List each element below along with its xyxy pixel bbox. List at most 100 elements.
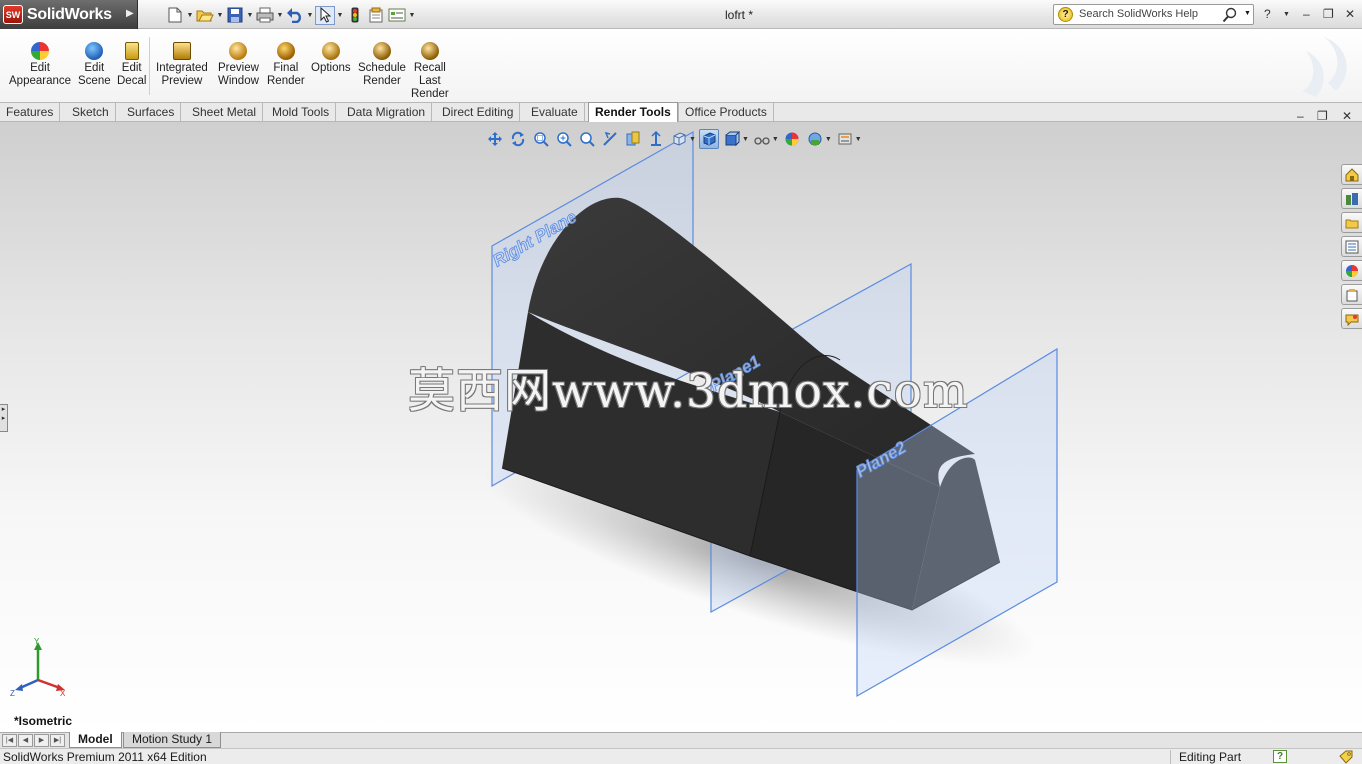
edit-appearance-button[interactable]: Edit Appearance (9, 42, 71, 88)
minimize-icon[interactable]: – (1303, 7, 1310, 21)
previous-view-icon[interactable] (600, 129, 620, 149)
select-dropdown-icon[interactable]: ▼ (336, 12, 344, 19)
button-label: Window (218, 75, 259, 87)
help-search-box[interactable]: ? Search SolidWorks Help ▼ (1053, 4, 1254, 25)
document-title: lofrt * (725, 8, 754, 22)
render-options-button[interactable]: Options (311, 42, 351, 75)
scene-globe-icon (85, 42, 104, 60)
file-properties-icon[interactable] (366, 6, 386, 25)
shaded-display-icon[interactable] (698, 129, 719, 149)
design-library-icon[interactable] (1341, 188, 1362, 209)
status-bar: SolidWorks Premium 2011 x64 Edition Edit… (0, 748, 1362, 764)
tab-sketch[interactable]: Sketch (66, 103, 116, 122)
preview-window-button[interactable]: Preview Window (218, 42, 259, 88)
print-dropdown-icon[interactable]: ▼ (276, 12, 284, 19)
doc-close-icon[interactable]: ✕ (1342, 109, 1352, 123)
print-icon[interactable] (255, 6, 275, 25)
edit-scene-button[interactable]: Edit Scene (78, 42, 111, 88)
tab-office-products[interactable]: Office Products (678, 103, 774, 122)
zoom-to-fit-icon[interactable] (577, 129, 597, 149)
dynamic-annotation-icon[interactable] (646, 129, 666, 149)
apply-scene-icon[interactable] (805, 129, 825, 149)
doc-restore-icon[interactable]: ❐ (1317, 109, 1328, 123)
display-style-icon[interactable] (722, 129, 742, 149)
tab-surfaces[interactable]: Surfaces (121, 103, 182, 122)
zoom-in-out-icon[interactable] (554, 129, 574, 149)
next-tab-arrow-icon[interactable]: ▶ (34, 734, 49, 747)
integrated-preview-icon (172, 42, 191, 60)
tab-sheet-metal[interactable]: Sheet Metal (186, 103, 264, 122)
pan-icon[interactable] (485, 129, 505, 149)
open-dropdown-icon[interactable]: ▼ (216, 12, 224, 19)
final-render-button[interactable]: Final Render (267, 42, 305, 88)
doc-minimize-icon[interactable]: – (1297, 109, 1304, 123)
file-explorer-icon[interactable] (1341, 212, 1362, 233)
rotate-icon[interactable] (508, 129, 528, 149)
options-dropdown-icon[interactable]: ▼ (408, 12, 416, 19)
tab-features[interactable]: Features (0, 103, 61, 122)
feature-manager-toggle-handle[interactable]: ▸ ▸ (0, 404, 8, 432)
custom-properties-icon[interactable] (1341, 284, 1362, 305)
select-pointer-icon[interactable] (315, 5, 335, 25)
hide-show-items-icon[interactable] (752, 129, 772, 149)
new-document-icon[interactable] (165, 6, 185, 25)
schedule-render-button[interactable]: Schedule Render (358, 42, 406, 88)
tab-scroll-arrows: |◀ ◀ ▶ ▶| (2, 734, 65, 747)
tab-evaluate[interactable]: Evaluate (525, 103, 585, 122)
restore-icon[interactable]: ❐ (1323, 7, 1334, 21)
schedule-render-icon (372, 42, 391, 60)
button-label: Appearance (9, 75, 72, 87)
tab-render-tools[interactable]: Render Tools (588, 102, 678, 123)
solidworks-menu-button[interactable]: SW SolidWorks ▶ (0, 0, 138, 29)
search-results-icon[interactable] (1341, 236, 1362, 257)
quick-tips-icon[interactable]: ? (1273, 750, 1287, 763)
edit-appearance-icon[interactable] (782, 129, 802, 149)
hide-show-dropdown-icon[interactable]: ▼ (772, 136, 779, 143)
prev-tab-arrow-icon[interactable]: ◀ (18, 734, 33, 747)
search-icon[interactable] (1222, 7, 1238, 26)
help-menu-icon[interactable]: ? (1264, 7, 1271, 21)
view-settings-icon[interactable] (835, 129, 855, 149)
triad-y-label: Y (34, 638, 40, 646)
tab-direct-editing[interactable]: Direct Editing (436, 103, 521, 122)
view-settings-dropdown-icon[interactable]: ▼ (855, 136, 862, 143)
search-dropdown-icon[interactable]: ▼ (1244, 10, 1251, 17)
help-dropdown-icon[interactable]: ▼ (1283, 11, 1290, 18)
zoom-to-area-icon[interactable] (531, 129, 551, 149)
new-dropdown-icon[interactable]: ▼ (186, 12, 194, 19)
button-label: Preview (161, 75, 203, 87)
recall-last-render-button[interactable]: Recall Last Render (411, 42, 449, 101)
view-orientation-dropdown-icon[interactable]: ▼ (689, 136, 696, 143)
solidworks-resources-icon[interactable] (1341, 164, 1362, 185)
appearances-scenes-icon[interactable] (1341, 260, 1362, 281)
last-tab-arrow-icon[interactable]: ▶| (50, 734, 65, 747)
section-view-icon[interactable] (623, 129, 643, 149)
options-icon[interactable] (387, 6, 407, 25)
search-input[interactable]: Search SolidWorks Help (1079, 8, 1198, 20)
graphics-area[interactable]: Right Plane Plane1 Plane2 ▼ ▼ ▼ ▼ ▼ 莫西网w… (0, 122, 1362, 732)
save-dropdown-icon[interactable]: ▼ (246, 12, 254, 19)
close-icon[interactable]: ✕ (1345, 7, 1355, 21)
edit-decal-button[interactable]: Edit Decal (117, 42, 146, 88)
first-tab-arrow-icon[interactable]: |◀ (2, 734, 17, 747)
save-icon[interactable] (225, 6, 245, 25)
solidworks-forum-icon[interactable] (1341, 308, 1362, 329)
tags-icon[interactable] (1338, 750, 1354, 764)
tab-mold-tools[interactable]: Mold Tools (266, 103, 337, 122)
integrated-preview-button[interactable]: Integrated Preview (156, 42, 208, 88)
display-style-dropdown-icon[interactable]: ▼ (742, 136, 749, 143)
undo-icon[interactable] (285, 6, 305, 25)
help-question-icon: ? (1058, 7, 1073, 22)
rebuild-traffic-light-icon[interactable] (345, 6, 365, 25)
tab-motion-study-1[interactable]: Motion Study 1 (123, 732, 222, 748)
apply-scene-dropdown-icon[interactable]: ▼ (825, 136, 832, 143)
view-orientation-icon[interactable] (669, 129, 689, 149)
open-folder-icon[interactable] (195, 6, 215, 25)
undo-dropdown-icon[interactable]: ▼ (306, 12, 314, 19)
app-name: SolidWorks (27, 6, 112, 23)
tab-model[interactable]: Model (69, 732, 122, 748)
model-scene: Right Plane Plane1 Plane2 (483, 130, 1058, 698)
final-render-teapot-icon (276, 42, 295, 60)
solidworks-logo-icon: SW (3, 5, 23, 24)
tab-data-migration[interactable]: Data Migration (341, 103, 433, 122)
